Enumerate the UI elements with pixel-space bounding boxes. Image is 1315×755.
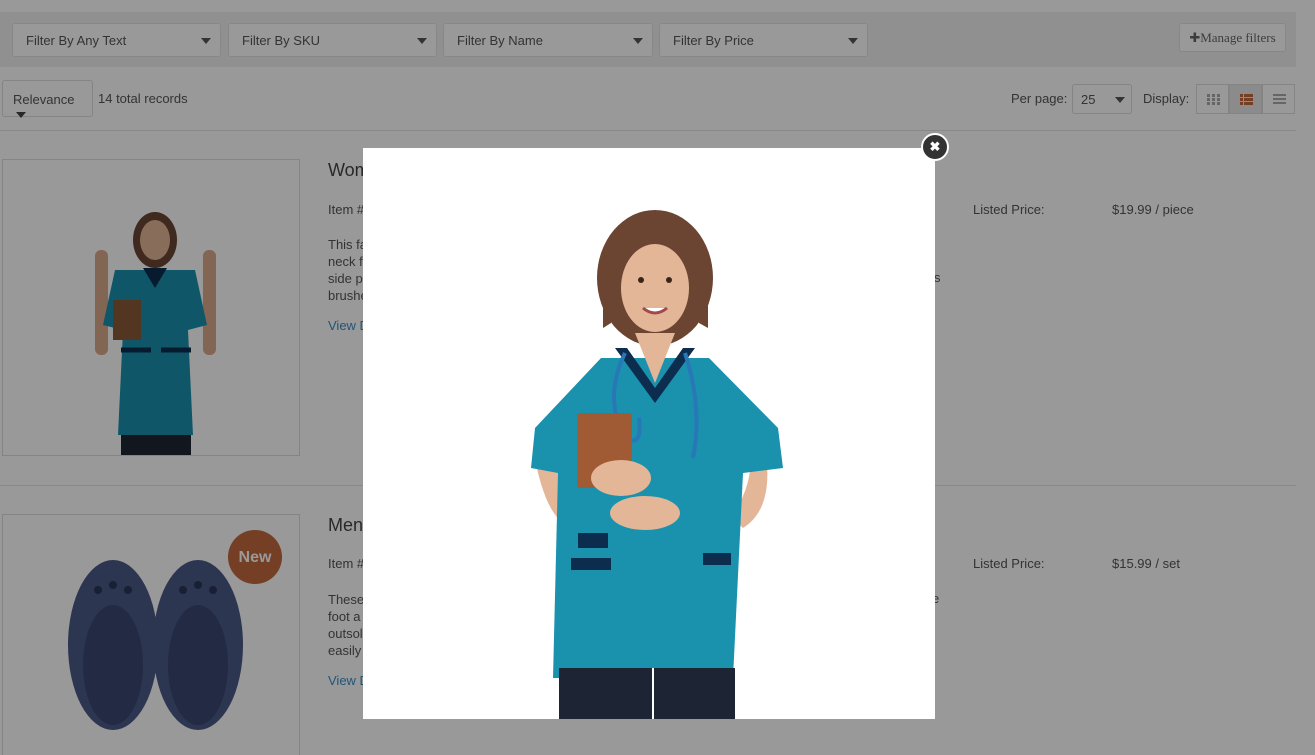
lightbox-modal	[363, 148, 935, 719]
lightbox-image	[531, 210, 783, 719]
close-button[interactable]: ✖	[921, 133, 949, 161]
close-icon: ✖	[929, 139, 941, 154]
